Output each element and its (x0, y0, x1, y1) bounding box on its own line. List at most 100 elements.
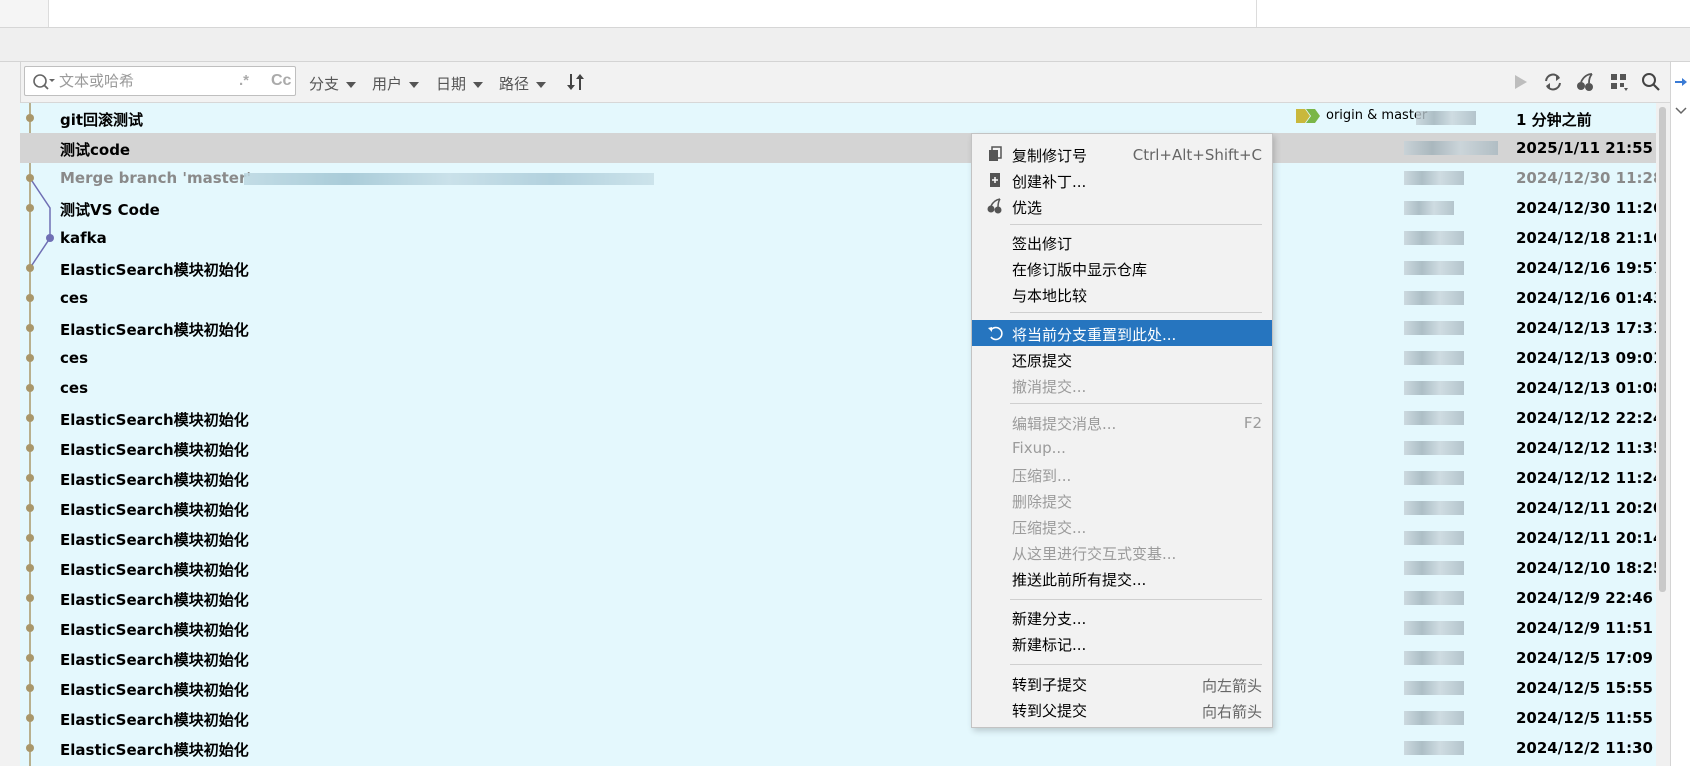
table-row[interactable]: ElasticSearch模块初始化 2024/12/5 17:09 (20, 643, 1656, 673)
menu-item-go-to-parent[interactable]: 转到父提交 向右箭头 (972, 696, 1272, 722)
menu-item-label: 与本地比较 (1012, 287, 1088, 305)
menu-item-edit-commit-message[interactable]: 编辑提交消息... F2 (972, 409, 1272, 435)
chevron-down-icon (536, 81, 547, 88)
avatar (1404, 501, 1464, 515)
search-box[interactable]: .* Cc (24, 66, 296, 96)
menu-item-label: 删除提交 (1012, 493, 1073, 511)
table-row[interactable]: ElasticSearch模块初始化 2024/12/10 18:25 (20, 553, 1656, 583)
table-row[interactable]: ElasticSearch模块初始化 2024/12/13 17:31 (20, 313, 1656, 343)
chevron-down-icon (409, 81, 420, 88)
branch-filter[interactable]: 分支 (309, 73, 357, 94)
arrow-right-icon[interactable] (1673, 74, 1689, 90)
chevron-down-icon[interactable] (1674, 104, 1688, 118)
table-row[interactable]: ElasticSearch模块初始化 2024/12/5 11:55 (20, 703, 1656, 733)
commit-message: ElasticSearch模块初始化 (60, 681, 249, 699)
table-row[interactable]: ElasticSearch模块初始化 2024/12/11 20:14 (20, 523, 1656, 553)
table-row[interactable]: ElasticSearch模块初始化 2024/12/16 19:57 (20, 253, 1656, 283)
table-row[interactable]: ElasticSearch模块初始化 2024/12/12 11:24 (20, 463, 1656, 493)
user-filter[interactable]: 用户 (372, 73, 420, 94)
match-case-toggle[interactable]: Cc (271, 72, 291, 90)
search-icon[interactable] (31, 72, 55, 92)
menu-item-label: 新建标记... (1012, 636, 1087, 654)
avatar (1404, 321, 1464, 335)
menu-item-go-to-child[interactable]: 转到子提交 向左箭头 (972, 670, 1272, 696)
commit-date: 2024/12/11 20:20 (1516, 499, 1656, 517)
branch-tag: origin & master (1296, 108, 1427, 128)
table-row[interactable]: 测试code 2025/1/11 21:55 (20, 133, 1656, 163)
avatar (1404, 291, 1464, 305)
branch-filter-label: 分支 (309, 75, 340, 93)
path-filter[interactable]: 路径 (499, 73, 547, 94)
table-row[interactable]: ElasticSearch模块初始化 2024/12/9 22:46 (20, 583, 1656, 613)
menu-item-shortcut: 向左箭头 (1201, 677, 1262, 695)
menu-item-label: Fixup... (1012, 439, 1066, 457)
menu-item-compare-with-local[interactable]: 与本地比较 (972, 281, 1272, 307)
menu-item-checkout-revision[interactable]: 签出修订 (972, 229, 1272, 255)
sort-icon[interactable] (565, 71, 587, 93)
menu-item-shortcut: F2 (1243, 414, 1262, 432)
avatar (1404, 231, 1464, 245)
avatar (1404, 621, 1464, 635)
vertical-scrollbar[interactable] (1656, 103, 1670, 766)
search-icon[interactable] (1640, 71, 1662, 93)
avatar (1404, 531, 1464, 545)
menu-item-revert-commit[interactable]: 还原提交 (972, 346, 1272, 372)
avatar (1404, 591, 1464, 605)
play-icon[interactable] (1509, 71, 1531, 93)
menu-item-show-repo-at-revision[interactable]: 在修订版中显示仓库 (972, 255, 1272, 281)
menu-item-drop-commit[interactable]: 删除提交 (972, 487, 1272, 513)
menu-separator (1010, 403, 1262, 404)
layout-icon[interactable] (1608, 71, 1630, 93)
menu-item-label: 撤消提交... (1012, 378, 1087, 396)
table-row[interactable]: ces 2024/12/16 01:43 (20, 283, 1656, 313)
table-row[interactable]: Merge branch 'master' 2024/12/30 11:28 (20, 163, 1656, 193)
search-input[interactable] (59, 71, 249, 91)
scrollbar-thumb[interactable] (1659, 107, 1666, 592)
table-row[interactable]: ElasticSearch模块初始化 2024/12/5 15:55 (20, 673, 1656, 703)
table-row[interactable]: 测试VS Code 2024/12/30 11:26 (20, 193, 1656, 223)
commit-date: 2024/12/2 11:30 (1516, 739, 1653, 757)
commit-message: ElasticSearch模块初始化 (60, 471, 249, 489)
regex-toggle[interactable]: .* (239, 72, 249, 89)
table-row[interactable]: ElasticSearch模块初始化 2024/12/11 20:20 (20, 493, 1656, 523)
table-row[interactable]: ElasticSearch模块初始化 2024/12/12 22:24 (20, 403, 1656, 433)
commit-date: 2024/12/10 18:25 (1516, 559, 1656, 577)
redacted-text (244, 173, 654, 185)
menu-item-cherry-pick[interactable]: 优选 (972, 193, 1272, 219)
menu-item-label: 创建补丁... (1012, 173, 1087, 191)
menu-item-label: 从这里进行交互式变基... (1012, 545, 1177, 563)
date-filter[interactable]: 日期 (436, 73, 484, 94)
menu-item-undo-commit[interactable]: 撤消提交... (972, 372, 1272, 398)
commit-date: 2024/12/16 01:43 (1516, 289, 1656, 307)
commit-message: ElasticSearch模块初始化 (60, 321, 249, 339)
table-row[interactable]: ElasticSearch模块初始化 2024/12/2 11:30 (20, 733, 1656, 763)
commit-message: ces (60, 289, 88, 307)
menu-item-label: 转到父提交 (1012, 702, 1088, 720)
menu-item-new-tag[interactable]: 新建标记... (972, 630, 1272, 656)
date-filter-label: 日期 (436, 75, 467, 93)
tag-icon (1296, 108, 1320, 123)
menu-item-fixup[interactable]: Fixup... (972, 435, 1272, 461)
menu-separator (1010, 312, 1262, 313)
menu-item-copy-revision[interactable]: 复制修订号 Ctrl+Alt+Shift+C (972, 141, 1272, 167)
menu-item-push-up-to-here[interactable]: 推送此前所有提交... (972, 565, 1272, 591)
table-row[interactable]: ces 2024/12/13 09:01 (20, 343, 1656, 373)
menu-item-create-patch[interactable]: 创建补丁... (972, 167, 1272, 193)
log-toolbar: .* Cc 分支 用户 日期 路径 (0, 62, 1690, 103)
menu-item-reset-branch-here[interactable]: 将当前分支重置到此处... (972, 320, 1272, 346)
commit-message: ElasticSearch模块初始化 (60, 261, 249, 279)
commit-date: 2024/12/13 09:01 (1516, 349, 1656, 367)
menu-item-new-branch[interactable]: 新建分支... (972, 604, 1272, 630)
copy-icon (989, 146, 1002, 161)
menu-item-squash-commits[interactable]: 压缩提交... (972, 513, 1272, 539)
refresh-icon[interactable] (1542, 71, 1564, 93)
table-row[interactable]: kafka 2024/12/18 21:16 (20, 223, 1656, 253)
cherry-pick-icon[interactable] (1575, 71, 1597, 93)
menu-item-label: 转到子提交 (1012, 676, 1088, 694)
table-row[interactable]: ElasticSearch模块初始化 2024/12/12 11:35 (20, 433, 1656, 463)
table-row[interactable]: ElasticSearch模块初始化 2024/12/9 11:51 (20, 613, 1656, 643)
menu-item-squash-into[interactable]: 压缩到... (972, 461, 1272, 487)
menu-item-interactive-rebase[interactable]: 从这里进行交互式变基... (972, 539, 1272, 565)
table-row[interactable]: ces 2024/12/13 01:08 (20, 373, 1656, 403)
table-row[interactable]: git回滚测试 origin & master 1 分钟之前 (20, 103, 1656, 133)
